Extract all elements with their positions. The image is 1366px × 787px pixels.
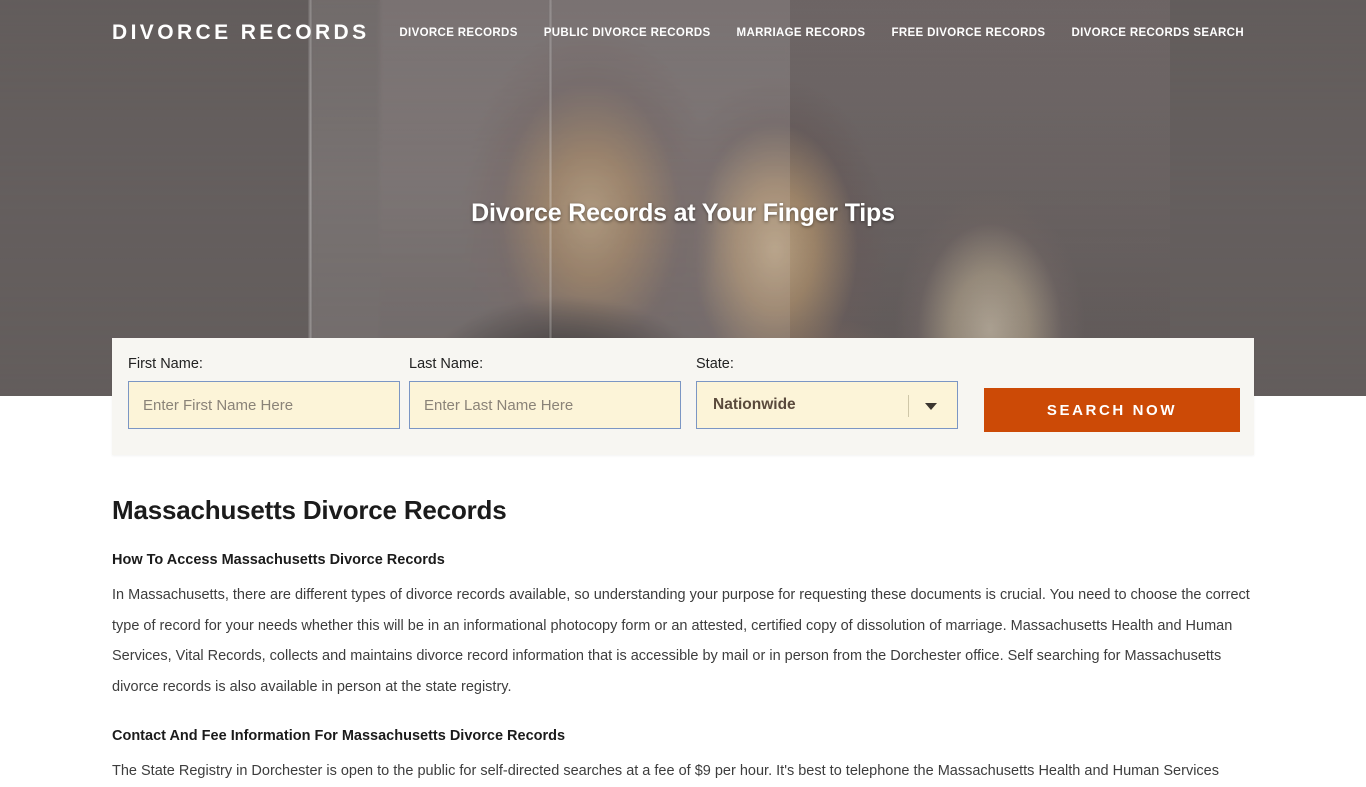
first-name-input[interactable] xyxy=(128,381,400,429)
section-body-how-to-access: In Massachusetts, there are different ty… xyxy=(112,587,1250,695)
site-logo[interactable]: DIVORCE RECORDS xyxy=(112,21,370,45)
last-name-input[interactable] xyxy=(409,381,681,429)
select-separator xyxy=(908,395,909,417)
hero-section: DIVORCE RECORDS DIVORCE RECORDS PUBLIC D… xyxy=(0,0,1366,396)
hero-title: Divorce Records at Your Finger Tips xyxy=(471,199,895,227)
search-form-panel: First Name: Last Name: State: Nationwide… xyxy=(112,338,1254,455)
section-body-contact-and-fee: The State Registry in Dorchester is open… xyxy=(112,763,1219,779)
last-name-label: Last Name: xyxy=(409,356,484,372)
nav-item-marriage-records[interactable]: MARRIAGE RECORDS xyxy=(737,27,866,39)
section-heading-how-to-access: How To Access Massachusetts Divorce Reco… xyxy=(112,552,445,568)
main-content: Massachusetts Divorce Records How To Acc… xyxy=(112,495,1252,787)
section-heading-contact-and-fee: Contact And Fee Information For Massachu… xyxy=(112,728,566,744)
page-title: Massachusetts Divorce Records xyxy=(112,495,507,525)
state-selected-value: Nationwide xyxy=(713,396,796,413)
nav-item-free-divorce-records[interactable]: FREE DIVORCE RECORDS xyxy=(891,27,1045,39)
last-name-field-group: Last Name: xyxy=(409,356,681,429)
nav-item-public-divorce-records[interactable]: PUBLIC DIVORCE RECORDS xyxy=(544,27,711,39)
state-label: State: xyxy=(696,356,734,372)
search-now-button[interactable]: SEARCH NOW xyxy=(984,388,1240,432)
chevron-down-icon xyxy=(925,403,937,410)
state-select[interactable]: Nationwide xyxy=(696,381,958,429)
top-navigation-bar: DIVORCE RECORDS DIVORCE RECORDS PUBLIC D… xyxy=(0,0,1366,70)
main-navigation: DIVORCE RECORDS PUBLIC DIVORCE RECORDS M… xyxy=(399,27,1244,39)
first-name-field-group: First Name: xyxy=(128,356,400,429)
nav-item-divorce-records[interactable]: DIVORCE RECORDS xyxy=(399,27,517,39)
state-field-group: State: Nationwide xyxy=(696,356,958,429)
nav-item-divorce-records-search[interactable]: DIVORCE RECORDS SEARCH xyxy=(1071,27,1244,39)
first-name-label: First Name: xyxy=(128,356,203,372)
